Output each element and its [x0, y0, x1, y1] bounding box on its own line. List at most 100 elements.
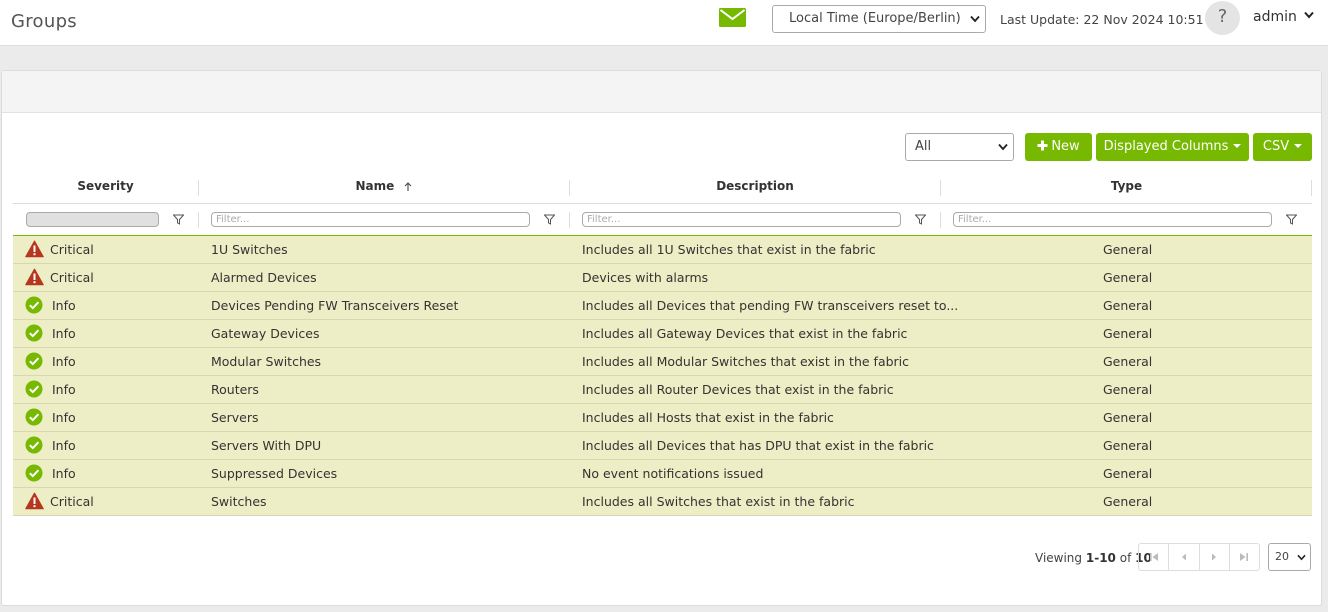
filter-row: Filter... Filter... Filter... — [13, 204, 1312, 236]
panel-heading — [2, 71, 1321, 113]
page-title: Groups — [11, 11, 77, 32]
type-cell: General — [1103, 410, 1153, 425]
table-row[interactable]: Critical 1U Switches Includes all 1U Switc… — [13, 236, 1312, 264]
csv-button[interactable]: CSV — [1253, 133, 1312, 161]
table-header: Severity Name Description Type — [13, 172, 1312, 204]
table-row[interactable]: Info Devices Pending FW Transceivers Rese… — [13, 292, 1312, 320]
name-cell: Devices Pending FW Transceivers Reset — [211, 298, 459, 313]
page-size-value: 20 — [1275, 550, 1289, 563]
type-cell: General — [1103, 298, 1153, 313]
name-cell: Suppressed Devices — [211, 466, 338, 481]
type-cell: General — [1103, 438, 1153, 453]
page-size-select[interactable]: 20 — [1268, 543, 1311, 571]
timezone-value: Local Time (Europe/Berlin) — [789, 11, 961, 26]
name-cell: 1U Switches — [211, 242, 288, 257]
sort-ascending-icon — [405, 182, 412, 191]
column-divider — [569, 212, 570, 228]
chevron-down-icon — [1297, 554, 1306, 561]
chevron-down-icon — [998, 143, 1008, 151]
table-row[interactable]: Critical Alarmed Devices Devices with alar… — [13, 264, 1312, 292]
name-cell: Alarmed Devices — [211, 270, 317, 285]
column-divider — [940, 212, 941, 228]
new-button-label: New — [1051, 139, 1080, 154]
name-cell: Switches — [211, 494, 267, 509]
help-button[interactable]: ? — [1205, 1, 1240, 35]
table-row[interactable]: Info Servers Includes all Hosts that exist… — [13, 404, 1312, 432]
top-bar: Groups Local Time (Europe/Berlin) Last U… — [0, 0, 1328, 46]
plus-icon — [1037, 140, 1048, 151]
pager-of-label: of — [1119, 551, 1132, 565]
name-filter-input[interactable]: Filter... — [211, 212, 530, 227]
table-row[interactable]: Info Servers With DPU Includes all Devices… — [13, 432, 1312, 460]
column-header-name[interactable]: Name — [199, 172, 569, 204]
warning-triangle-icon — [25, 492, 44, 510]
groups-panel: All New Displayed Columns CSV Severity N… — [1, 70, 1322, 606]
severity-filter-input[interactable] — [26, 212, 159, 227]
severity-cell: Info — [52, 438, 76, 453]
filter-icon[interactable] — [915, 214, 926, 225]
chevron-down-icon — [1304, 11, 1315, 19]
description-cell: Includes all Gateway Devices that exist … — [582, 326, 908, 341]
type-cell: General — [1103, 242, 1153, 257]
displayed-columns-button[interactable]: Displayed Columns — [1096, 133, 1249, 161]
type-cell: General — [1103, 494, 1153, 509]
check-circle-icon — [25, 436, 43, 454]
name-cell: Gateway Devices — [211, 326, 320, 341]
pager-viewing-label: Viewing — [1035, 551, 1083, 565]
table-row[interactable]: Critical Switches Includes all Switches th… — [13, 488, 1312, 516]
first-page-button[interactable] — [1139, 544, 1170, 570]
last-page-button[interactable] — [1230, 544, 1259, 570]
check-circle-icon — [25, 324, 43, 342]
severity-cell: Critical — [50, 270, 94, 285]
user-menu[interactable]: admin — [1253, 9, 1315, 25]
previous-page-button[interactable] — [1169, 544, 1200, 570]
type-cell: General — [1103, 270, 1153, 285]
description-filter-input[interactable]: Filter... — [582, 212, 901, 227]
previous-page-icon — [1181, 553, 1186, 561]
table-row[interactable]: Info Routers Includes all Router Devices t… — [13, 376, 1312, 404]
filter-icon[interactable] — [173, 214, 184, 225]
table-row[interactable]: Info Modular Switches Includes all Modular… — [13, 348, 1312, 376]
table-row[interactable]: Info Gateway Devices Includes all Gateway … — [13, 320, 1312, 348]
column-header-type[interactable]: Type — [941, 172, 1312, 204]
column-label: Severity — [77, 179, 134, 193]
column-label: Type — [1110, 179, 1143, 193]
user-name: admin — [1253, 9, 1297, 25]
timezone-select[interactable]: Local Time (Europe/Berlin) — [772, 5, 986, 33]
last-page-icon — [1240, 553, 1249, 561]
filter-icon[interactable] — [544, 214, 555, 225]
description-cell: Includes all Router Devices that exist i… — [582, 382, 894, 397]
severity-cell: Info — [52, 354, 76, 369]
check-circle-icon — [25, 380, 43, 398]
pager-range: 1-10 — [1085, 551, 1116, 565]
severity-cell: Info — [52, 382, 76, 397]
description-cell: No event notifications issued — [582, 466, 764, 481]
mail-icon[interactable] — [719, 8, 746, 27]
column-divider[interactable] — [1311, 180, 1312, 196]
new-group-button[interactable]: New — [1025, 133, 1092, 161]
next-page-button[interactable] — [1200, 544, 1230, 570]
group-filter-select[interactable]: All — [905, 133, 1014, 161]
severity-cell: Info — [52, 410, 76, 425]
table-row[interactable]: Info Suppressed Devices No event notificat… — [13, 460, 1312, 488]
pager-info: Viewing 1-10 of 10 — [1035, 551, 1152, 565]
next-page-icon — [1212, 553, 1217, 561]
group-filter-value: All — [915, 139, 932, 154]
type-filter-input[interactable]: Filter... — [953, 212, 1272, 227]
check-circle-icon — [25, 408, 43, 426]
name-cell: Modular Switches — [211, 354, 322, 369]
column-header-severity[interactable]: Severity — [13, 172, 198, 204]
column-divider — [198, 212, 199, 228]
groups-table: Severity Name Description Type Filter...… — [13, 172, 1312, 516]
first-page-icon — [1149, 553, 1158, 561]
severity-cell: Info — [52, 298, 76, 313]
column-label: Description — [716, 179, 794, 193]
filter-icon[interactable] — [1286, 214, 1297, 225]
column-header-description[interactable]: Description — [570, 172, 940, 204]
description-cell: Devices with alarms — [582, 270, 709, 285]
warning-triangle-icon — [25, 240, 44, 258]
description-cell: Includes all Devices that pending FW tra… — [582, 298, 959, 313]
description-cell: Includes all Devices that has DPU that e… — [582, 438, 934, 453]
name-cell: Servers With DPU — [211, 438, 322, 453]
severity-cell: Critical — [50, 494, 94, 509]
